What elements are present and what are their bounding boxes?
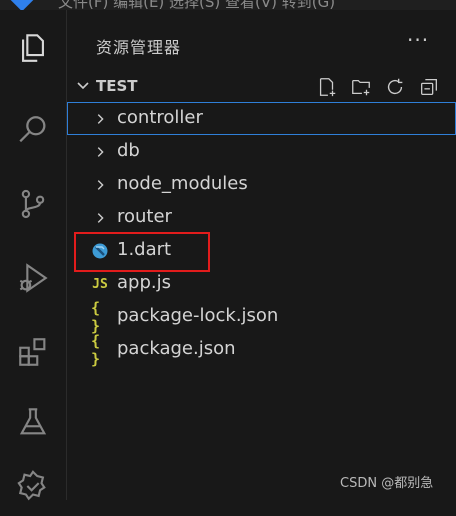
tree-item-folder[interactable]: db	[67, 135, 456, 168]
source-control-icon	[21, 189, 45, 219]
activity-bar	[0, 10, 67, 501]
tree-item-folder[interactable]: router	[67, 201, 456, 234]
tree-item-folder[interactable]: controller	[67, 102, 456, 135]
chevron-down-icon	[77, 82, 89, 90]
workspace-section-header[interactable]: TEST	[67, 72, 456, 102]
remote-icon	[17, 470, 46, 501]
tree-item-label: app.js	[117, 272, 171, 293]
activity-run-debug[interactable]	[0, 248, 66, 308]
activity-extensions[interactable]	[0, 322, 66, 382]
tree-item-folder[interactable]: node_modules	[67, 168, 456, 201]
explorer-icon	[22, 34, 44, 62]
tree-item-label: node_modules	[117, 173, 248, 194]
activity-explorer[interactable]	[0, 18, 66, 78]
tree-item-label: router	[117, 206, 172, 227]
refresh-button[interactable]	[381, 74, 409, 100]
tree-item-file[interactable]: { } package-lock.json	[67, 299, 456, 335]
js-file-icon: JS	[92, 276, 108, 292]
explorer-title: 资源管理器	[96, 38, 182, 57]
new-file-icon	[319, 78, 336, 97]
collapse-all-button[interactable]	[415, 74, 443, 100]
chevron-right-icon	[91, 110, 109, 128]
menubar: 文件(F) 编辑(E) 选择(S) 查看(V) 转到(G)	[0, 0, 456, 10]
activity-source-control[interactable]	[0, 174, 66, 234]
search-icon	[19, 116, 46, 143]
refresh-icon	[387, 78, 403, 95]
tree-item-label: controller	[117, 107, 203, 128]
tree-item-file[interactable]: { } package.json	[67, 332, 456, 368]
new-folder-button[interactable]	[347, 74, 375, 100]
menubar-text[interactable]: 文件(F) 编辑(E) 选择(S) 查看(V) 转到(G)	[58, 0, 335, 10]
annotation-highlight-box	[74, 232, 210, 272]
watermark: CSDN @都别急	[340, 476, 434, 491]
tree-item-label: package.json	[117, 338, 236, 359]
workspace-name: TEST	[96, 77, 138, 95]
testing-icon	[19, 408, 47, 435]
new-folder-icon	[352, 79, 370, 96]
json-file-icon: { }	[91, 299, 101, 335]
new-file-button[interactable]	[313, 74, 341, 100]
activity-search[interactable]	[0, 100, 66, 160]
chevron-right-icon	[91, 209, 109, 227]
run-debug-icon	[19, 263, 48, 293]
activity-testing[interactable]	[0, 392, 66, 452]
chevron-right-icon	[91, 176, 109, 194]
chevron-right-icon	[91, 143, 109, 161]
more-actions-button[interactable]: ···	[407, 28, 429, 52]
json-file-icon: { }	[91, 332, 101, 368]
vscode-logo-icon	[10, 0, 34, 10]
tree-item-label: db	[117, 140, 140, 161]
tree-item-label: package-lock.json	[117, 305, 279, 326]
collapse-all-icon	[421, 79, 437, 95]
activity-remote[interactable]	[0, 456, 66, 516]
extensions-icon	[19, 338, 46, 366]
